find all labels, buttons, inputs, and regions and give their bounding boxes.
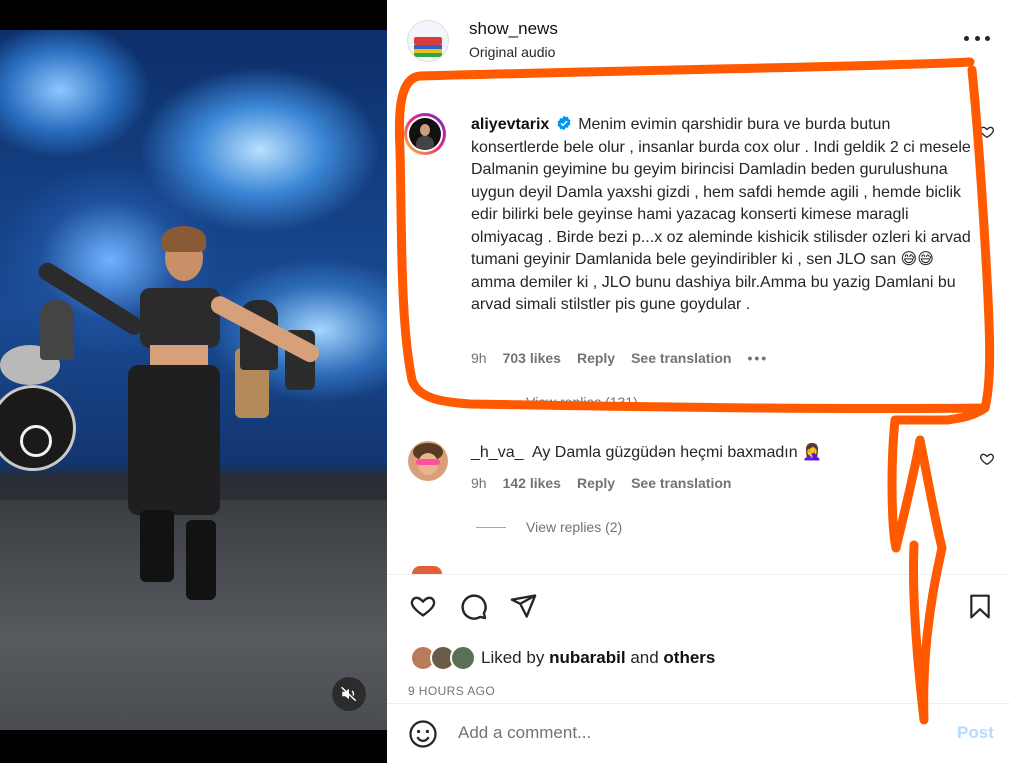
- section-divider: [387, 574, 1010, 575]
- liked-by-others[interactable]: others: [663, 648, 715, 667]
- emoji-icon[interactable]: [408, 719, 438, 749]
- comment-text: Menim evimin qarshidir bura ve burda but…: [471, 116, 971, 313]
- more-options-icon[interactable]: [964, 28, 990, 48]
- replies-divider: [476, 401, 506, 403]
- commenter-avatar[interactable]: [404, 113, 446, 155]
- comment-text: Ay Damla güzgüdən heçmi baxmadın 🤦‍♀️: [531, 444, 822, 461]
- comment-time[interactable]: 9h: [471, 475, 487, 491]
- verified-badge-icon: [557, 115, 571, 131]
- comment-time[interactable]: 9h: [471, 350, 487, 366]
- video-letterbox-top: [0, 0, 387, 30]
- drum-kit: [20, 425, 52, 457]
- comment-like-icon[interactable]: [979, 124, 995, 140]
- next-commenter-avatar-peek: [412, 566, 442, 574]
- comment-username[interactable]: aliyevtarix: [471, 116, 549, 133]
- dancer-boot: [140, 510, 174, 582]
- comment-icon[interactable]: [459, 592, 488, 621]
- liked-by-user[interactable]: nubarabil: [549, 648, 626, 667]
- post-video[interactable]: [0, 0, 387, 763]
- liked-by-and: and: [630, 648, 659, 667]
- video-letterbox-bottom: [0, 730, 387, 763]
- mute-button[interactable]: [332, 677, 366, 711]
- musician: [40, 300, 74, 360]
- view-replies[interactable]: View replies (2): [476, 519, 622, 535]
- section-divider: [387, 703, 1010, 704]
- comment-like-icon[interactable]: [979, 451, 995, 467]
- audio-label[interactable]: Original audio: [469, 44, 555, 60]
- replies-divider: [476, 526, 506, 528]
- reply-button[interactable]: Reply: [577, 475, 615, 491]
- dancer-torso: [140, 288, 220, 348]
- post-timestamp[interactable]: 9 HOURS AGO: [408, 684, 495, 698]
- comment-options-icon[interactable]: •••: [747, 350, 768, 366]
- post-comment-button[interactable]: Post: [957, 723, 994, 743]
- comment-body: aliyevtarix Menim evimin qarshidir bura …: [471, 114, 971, 317]
- view-replies-label[interactable]: View replies (2): [526, 519, 622, 535]
- dancer-boot: [186, 520, 216, 600]
- comment-meta: 9h 703 likes Reply See translation •••: [471, 350, 768, 366]
- author-avatar[interactable]: [407, 20, 449, 62]
- dancer-hair: [162, 226, 206, 252]
- liked-by-text: Liked by nubarabil and others: [481, 648, 715, 668]
- save-bookmark-icon[interactable]: [967, 592, 993, 621]
- share-icon[interactable]: [509, 592, 538, 620]
- comment-body: _h_va_ Ay Damla güzgüdən heçmi baxmadın …: [471, 442, 971, 465]
- comment-meta: 9h 142 likes Reply See translation: [471, 475, 731, 491]
- dancer-waist: [150, 345, 208, 367]
- author-username[interactable]: show_news: [469, 19, 558, 39]
- dancer-legs: [128, 365, 220, 515]
- see-translation-button[interactable]: See translation: [631, 475, 731, 491]
- comment-input[interactable]: Add a comment...: [458, 723, 591, 743]
- comment-likes[interactable]: 703 likes: [503, 350, 561, 366]
- liked-by-prefix: Liked by: [481, 648, 545, 667]
- like-icon[interactable]: [408, 592, 438, 620]
- speaker-muted-icon: [340, 686, 357, 702]
- liker-avatar[interactable]: [450, 645, 476, 671]
- view-replies-label[interactable]: View replies (131): [526, 394, 638, 410]
- comment-username[interactable]: _h_va_: [471, 444, 524, 461]
- comment-likes[interactable]: 142 likes: [503, 475, 561, 491]
- video-frame: [0, 30, 387, 730]
- view-replies[interactable]: View replies (131): [476, 394, 638, 410]
- see-translation-button[interactable]: See translation: [631, 350, 731, 366]
- reply-button[interactable]: Reply: [577, 350, 615, 366]
- commenter-avatar[interactable]: [408, 441, 448, 481]
